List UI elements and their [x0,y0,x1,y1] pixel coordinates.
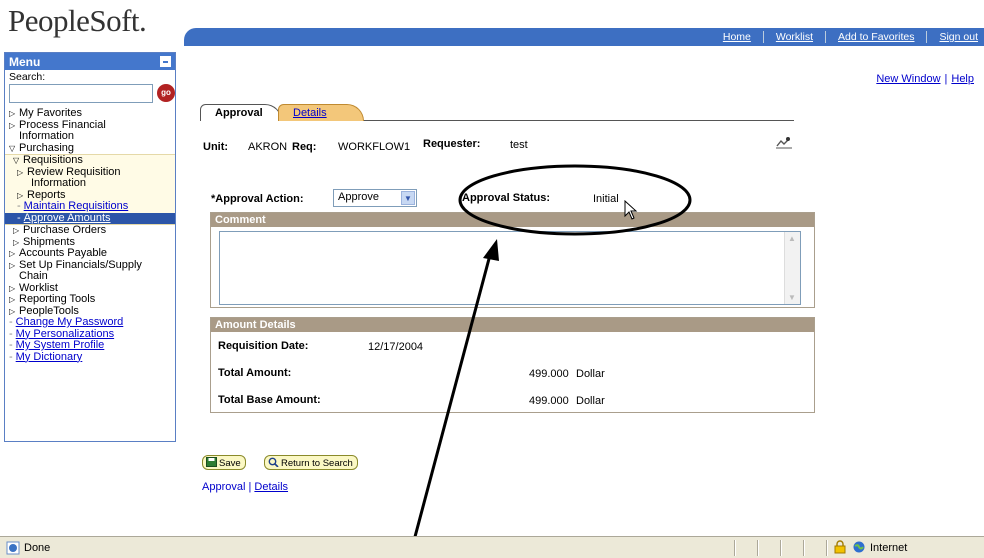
collapse-menu-icon[interactable] [160,56,171,67]
collapsed-triangle-icon: ▷ [13,226,20,235]
menu-item-approve-amounts[interactable]: - Approve Amounts [5,212,175,224]
header: PeopleSoft. Home Worklist Add to Favorit… [0,0,984,48]
total-amount-value: 499.000 [529,368,569,380]
collapsed-triangle-icon: ▷ [9,260,16,270]
nav-worklist-link[interactable]: Worklist [764,31,827,43]
expanded-triangle-icon: ▽ [9,143,16,153]
total-base-amount-currency: Dollar [576,395,605,407]
unit-label: Unit: [203,141,229,153]
tab-approval[interactable]: Approval [200,104,282,121]
unit-value: AKRON [248,141,288,153]
menu-item-purchasing[interactable]: ▽ Purchasing [5,142,175,155]
total-amount-currency: Dollar [576,368,605,380]
tab-details[interactable]: Details [278,104,364,121]
menu-search-input[interactable] [9,84,153,103]
scroll-up-icon[interactable]: ▲ [788,234,796,243]
menu-panel: Menu Search: go ▷ My Favorites ▷ Process F… [4,52,176,442]
link-separator: | [248,481,252,493]
search-label: Search: [9,71,46,83]
peoplesoft-logo: PeopleSoft. [8,3,147,38]
utility-links: New Window | Help [876,73,974,85]
req-label: Req: [292,141,317,153]
go-button[interactable]: go [157,84,175,102]
requisition-date-value: 12/17/2004 [368,341,424,353]
approval-status-label: Approval Status: [462,192,551,204]
mouse-cursor-icon [624,200,638,220]
comment-textarea[interactable]: ▲ ▼ [219,231,801,305]
requester-label: Requester: [423,138,481,150]
page-links: Approval | Details [202,481,288,493]
comment-header: Comment [211,213,814,227]
new-window-link[interactable]: New Window [876,73,940,85]
collapsed-triangle-icon: ▷ [9,295,16,304]
approval-action-label: *Approval Action: [211,193,304,205]
menu-header: Menu [5,53,175,70]
nav-add-to-favorites-link[interactable]: Add to Favorites [826,31,928,43]
collapsed-triangle-icon: ▷ [9,249,16,258]
security-zone-text: Internet [870,542,908,554]
scroll-down-icon[interactable]: ▼ [788,293,796,302]
amount-details-section: Amount Details Requisition Date: 12/17/2… [210,317,815,413]
search-icon [268,457,279,467]
expanded-triangle-icon: ▽ [13,156,20,165]
req-value: WORKFLOW1 [338,141,411,153]
menu-item-my-dictionary[interactable]: - My Dictionary [5,351,175,364]
return-to-search-button[interactable]: Return to Search [264,455,358,470]
comment-section: Comment ▲ ▼ [210,212,815,308]
requisitions-group: ▽ Requisitions ▷ Review Requisition Inform… [5,154,175,225]
help-link[interactable]: Help [951,73,974,85]
chevron-down-icon[interactable]: ▼ [401,191,415,205]
approval-status-value: Initial [593,193,619,205]
total-amount-label: Total Amount: [218,367,292,379]
approval-page-link[interactable]: Approval [202,481,245,493]
requester-value: test [510,139,528,151]
approval-action-select[interactable]: Approve ▼ [333,189,417,207]
globe-icon [853,541,865,553]
save-button[interactable]: Save [202,455,246,470]
amount-details-header: Amount Details [211,318,814,332]
details-page-link[interactable]: Details [254,481,288,493]
collapsed-triangle-icon: ▷ [9,120,16,130]
save-icon [206,457,217,467]
approval-action-value: Approve [338,191,379,203]
collapsed-triangle-icon: ▷ [17,167,24,177]
total-base-amount-label: Total Base Amount: [218,394,321,406]
page-icon [6,541,20,555]
status-text: Done [24,542,51,554]
total-base-amount-value: 499.000 [529,395,569,407]
collapsed-triangle-icon: ▷ [9,109,16,118]
requisition-date-label: Requisition Date: [218,340,309,352]
nav-sign-out-link[interactable]: Sign out [927,31,980,43]
lock-icon [834,540,846,554]
comment-scrollbar[interactable]: ▲ ▼ [784,232,800,304]
browser-status-bar: Done Internet [0,536,984,558]
top-nav-bar: Home Worklist Add to Favorites Sign out [184,28,984,46]
collapsed-triangle-icon: ▷ [9,283,16,293]
worklist-icon[interactable] [775,136,793,150]
nav-home-link[interactable]: Home [711,31,764,43]
menu-title: Menu [9,55,41,69]
